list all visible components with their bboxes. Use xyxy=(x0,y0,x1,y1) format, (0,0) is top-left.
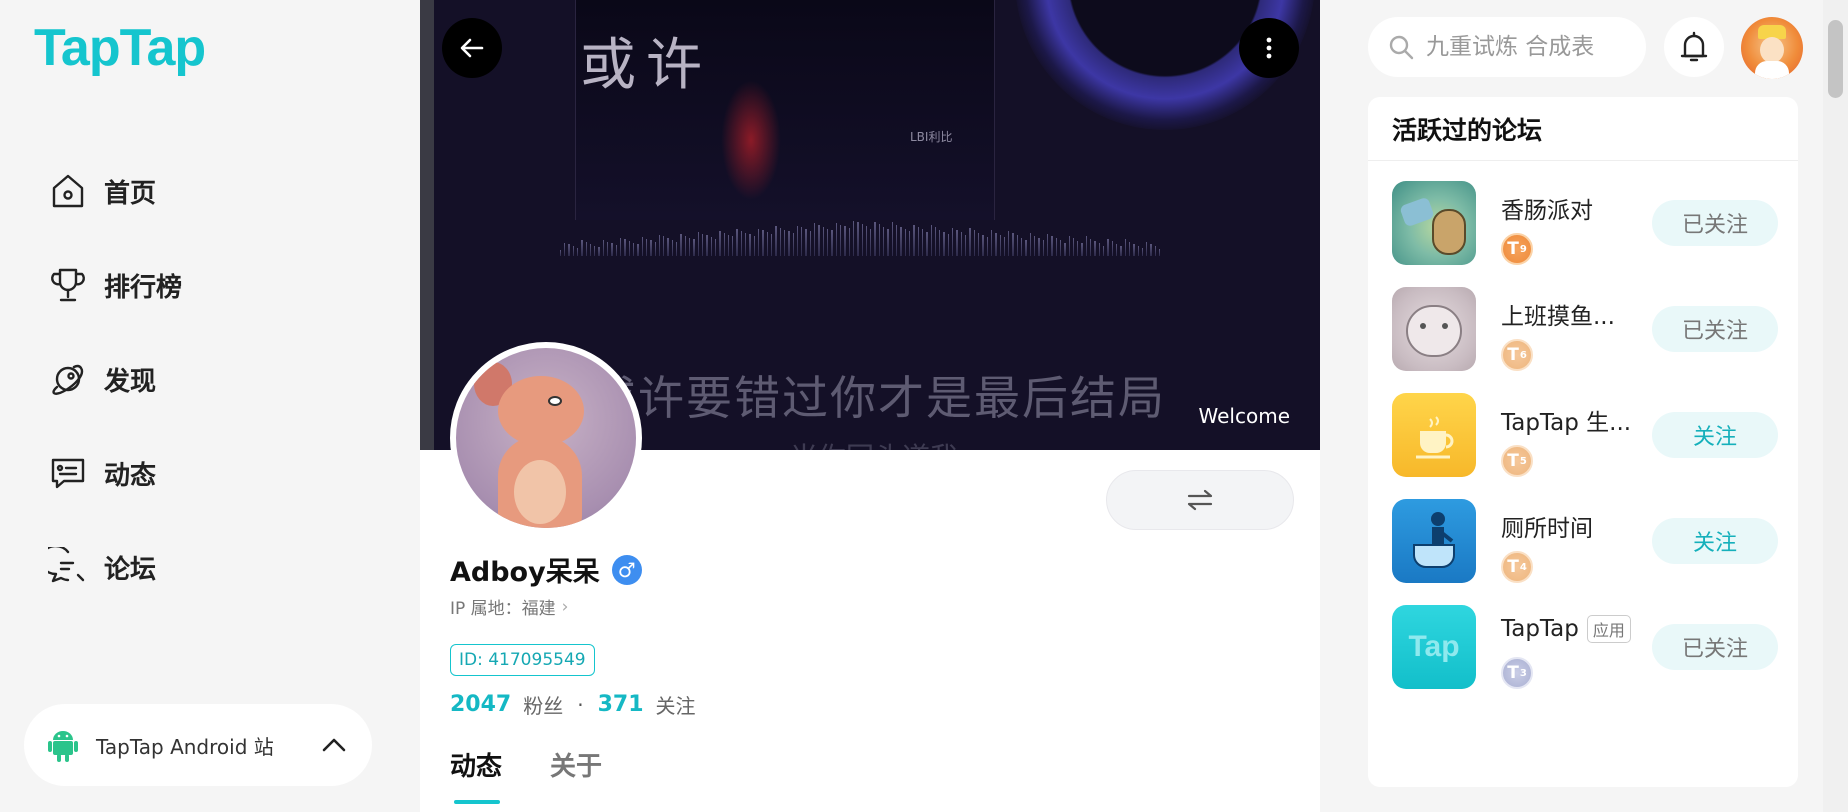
profile-main: 或许 LBI利比 或许要错过你才是最后结局 当你回头道我 Welcome Adb… xyxy=(420,0,1320,812)
forum-icon xyxy=(48,547,85,583)
arrow-left-icon xyxy=(460,38,484,58)
lyric-line: 或许要错过你才是最后结局 xyxy=(590,371,1166,425)
android-icon xyxy=(48,731,78,762)
site-switch-label: TapTap Android 站 xyxy=(96,734,274,759)
forum-item[interactable]: 香肠派对 T9 已关注 xyxy=(1392,181,1778,265)
sidebar-item-feed[interactable]: 动态 xyxy=(48,426,182,520)
following-label[interactable]: 关注 xyxy=(656,690,696,719)
search-input[interactable] xyxy=(1426,34,1626,60)
sidebar-nav: 首页 排行榜 发现 动态 论坛 xyxy=(48,144,182,614)
toilet-time-icon xyxy=(1392,499,1476,583)
album-title: 或许 xyxy=(580,33,712,98)
banner-edge xyxy=(420,0,434,450)
forum-name: TapTap 生... xyxy=(1501,410,1632,436)
level-badge: T5 xyxy=(1501,445,1533,477)
sidebar-item-discover[interactable]: 发现 xyxy=(48,332,182,426)
follow-stats: 2047 粉丝 · 371 关注 xyxy=(450,690,696,719)
sausage-party-icon xyxy=(1392,181,1476,265)
sidebar-item-forum[interactable]: 论坛 xyxy=(48,520,182,614)
search-box[interactable] xyxy=(1368,17,1646,77)
page-scrollbar[interactable] xyxy=(1823,0,1848,812)
ip-location-label: IP 属地：福建 xyxy=(450,599,556,619)
separator-dot: · xyxy=(577,692,584,717)
forum-name: 香肠派对 xyxy=(1501,198,1593,224)
album-artist: LBI利比 xyxy=(910,130,953,144)
user-avatar[interactable] xyxy=(450,342,642,534)
swap-icon xyxy=(1187,489,1213,511)
sidebar-item-label: 排行榜 xyxy=(104,272,183,303)
more-vertical-icon xyxy=(1266,37,1272,59)
tab-about[interactable]: 关于 xyxy=(550,746,602,804)
active-forums-card: 活跃过的论坛 香肠派对 T9 已关注 上班摸鱼... T6 已关注 TapTap… xyxy=(1368,97,1798,787)
level-badge: T4 xyxy=(1501,551,1533,583)
forum-item[interactable]: 上班摸鱼... T6 已关注 xyxy=(1392,287,1778,371)
forum-item[interactable]: 厕所时间 T4 关注 xyxy=(1392,499,1778,583)
taptap-app-icon: Tap xyxy=(1392,605,1476,689)
coffee-cup-icon xyxy=(1392,393,1476,477)
slacking-cat-icon xyxy=(1392,287,1476,371)
followed-button[interactable]: 已关注 xyxy=(1652,624,1778,670)
site-switch-button[interactable]: TapTap Android 站 xyxy=(24,704,372,786)
sidebar-item-label: 论坛 xyxy=(104,554,157,585)
forum-name: 厕所时间 xyxy=(1501,516,1593,542)
user-id-badge[interactable]: ID: 417095549 xyxy=(450,644,595,676)
lyric-next-line: 当你回头道我 xyxy=(790,436,958,450)
ip-location[interactable]: IP 属地：福建 › xyxy=(450,594,569,620)
sidebar-item-home[interactable]: 首页 xyxy=(48,144,182,238)
forum-item[interactable]: TapTap 生... T5 关注 xyxy=(1392,393,1778,477)
username: Adboy呆呆 xyxy=(450,557,600,588)
chevron-up-icon xyxy=(322,738,346,752)
notification-button[interactable] xyxy=(1664,17,1724,77)
app-tag: 应用 xyxy=(1586,615,1631,643)
forum-name: 上班摸鱼... xyxy=(1501,304,1615,330)
taptap-logo[interactable]: TapTap xyxy=(34,18,206,78)
scrollbar-thumb[interactable] xyxy=(1828,20,1843,98)
level-badge: T3 xyxy=(1501,657,1533,689)
more-button[interactable] xyxy=(1239,18,1299,78)
level-badge: T6 xyxy=(1501,339,1533,371)
switch-account-button[interactable] xyxy=(1106,470,1294,530)
tab-feed[interactable]: 动态 xyxy=(450,746,502,804)
feed-icon xyxy=(51,458,85,489)
home-icon xyxy=(52,174,84,208)
username-row: Adboy呆呆 ♂ xyxy=(450,550,642,589)
sidebar-item-label: 动态 xyxy=(104,460,157,491)
profile-tabs: 动态 关于 xyxy=(450,746,650,804)
audio-waveform xyxy=(559,216,1161,256)
sidebar: TapTap 首页 排行榜 发现 动态 论坛 TapTap Android 站 xyxy=(0,0,420,812)
followed-button[interactable]: 已关注 xyxy=(1652,306,1778,352)
follow-button[interactable]: 关注 xyxy=(1652,518,1778,564)
active-forums-title: 活跃过的论坛 xyxy=(1368,97,1798,161)
forum-item[interactable]: Tap TapTap 应用 T3 已关注 xyxy=(1392,605,1778,689)
sidebar-item-ranking[interactable]: 排行榜 xyxy=(48,238,182,332)
followers-count[interactable]: 2047 xyxy=(450,692,511,717)
sidebar-item-label: 发现 xyxy=(104,366,157,397)
followers-label[interactable]: 粉丝 xyxy=(523,690,563,719)
bell-icon xyxy=(1680,31,1708,62)
following-count[interactable]: 371 xyxy=(598,692,644,717)
my-avatar[interactable] xyxy=(1741,17,1803,79)
level-badge: T9 xyxy=(1501,233,1533,265)
back-button[interactable] xyxy=(442,18,502,78)
followed-button[interactable]: 已关注 xyxy=(1652,200,1778,246)
male-gender-icon: ♂ xyxy=(611,554,642,585)
banner-welcome-text: Welcome xyxy=(1198,404,1290,428)
search-icon xyxy=(1389,35,1414,60)
sidebar-item-label: 首页 xyxy=(104,178,157,209)
chevron-right-icon: › xyxy=(561,596,569,617)
forum-name: TapTap 应用 xyxy=(1501,615,1631,643)
trophy-icon xyxy=(51,268,85,302)
discover-icon xyxy=(52,364,84,395)
follow-button[interactable]: 关注 xyxy=(1652,412,1778,458)
